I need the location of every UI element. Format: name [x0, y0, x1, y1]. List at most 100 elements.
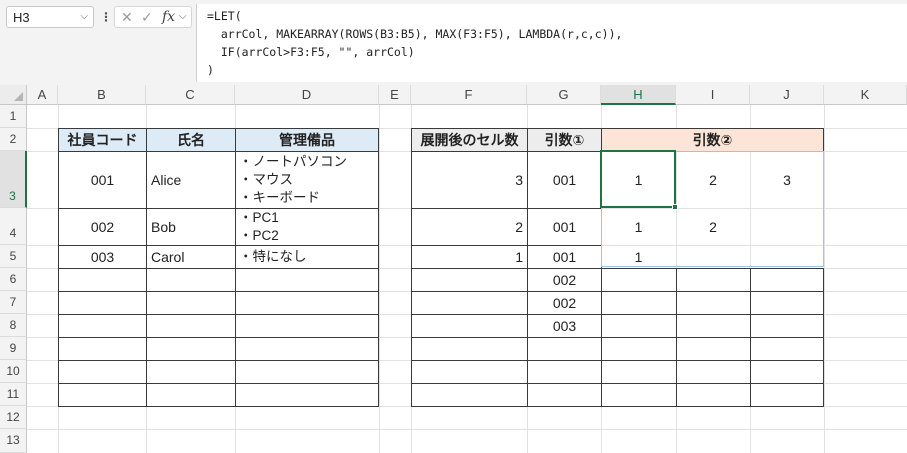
arg2-cell[interactable] [750, 291, 824, 315]
table1-empty-cell[interactable] [58, 383, 147, 407]
row-header-12[interactable]: 12 [0, 406, 27, 429]
table1-empty-cell[interactable] [58, 268, 147, 292]
column-header-g[interactable]: G [527, 85, 601, 105]
count-cell[interactable] [411, 360, 528, 384]
table1-header-code[interactable]: 社員コード [58, 128, 147, 152]
formula-input[interactable]: =LET( arrCol, MAKEARRAY(ROWS(B3:B5), MAX… [196, 4, 907, 82]
row-header-8[interactable]: 8 [0, 314, 27, 337]
more-options-icon[interactable]: ⋮ [100, 9, 112, 25]
fill-handle[interactable] [672, 204, 678, 210]
arg2-cell[interactable] [601, 337, 677, 361]
column-header-a[interactable]: A [27, 85, 58, 105]
table1-name-cell[interactable]: Carol [146, 245, 236, 269]
table1-empty-cell[interactable] [146, 291, 236, 315]
count-cell[interactable] [411, 337, 528, 361]
table1-items-cell[interactable]: ・特になし [235, 245, 379, 269]
row-header-1[interactable]: 1 [0, 105, 27, 128]
table1-name-cell[interactable]: Bob [146, 208, 236, 246]
arg1-cell[interactable] [527, 337, 602, 361]
arg1-cell[interactable]: 002 [527, 291, 602, 315]
spill-cell[interactable]: 1 [601, 245, 676, 268]
arg2-cell[interactable] [601, 268, 677, 292]
chevron-down-icon[interactable]: ⌵ [80, 11, 88, 22]
row-header-4[interactable]: 4 [0, 208, 27, 245]
arg1-cell[interactable]: 001 [527, 245, 602, 269]
arg2-cell[interactable] [750, 360, 824, 384]
count-cell[interactable] [411, 268, 528, 292]
row-header-13[interactable]: 13 [0, 429, 27, 453]
table1-empty-cell[interactable] [146, 314, 236, 338]
column-header-h[interactable]: H [601, 85, 676, 105]
row-header-10[interactable]: 10 [0, 360, 27, 383]
table1-header-items[interactable]: 管理備品 [235, 128, 379, 152]
count-cell[interactable] [411, 383, 528, 407]
insert-function-icon[interactable]: fx [162, 9, 175, 25]
arg1-cell[interactable]: 002 [527, 268, 602, 292]
count-cell[interactable]: 2 [411, 208, 528, 246]
row-header-6[interactable]: 6 [0, 268, 27, 291]
spill-cell[interactable] [750, 208, 824, 245]
count-cell[interactable] [411, 314, 528, 338]
cancel-icon[interactable]: ✕ [121, 9, 133, 26]
table2-header-arg1[interactable]: 引数① [527, 128, 602, 152]
row-header-3[interactable]: 3 [0, 151, 27, 208]
table1-empty-cell[interactable] [58, 337, 147, 361]
arg1-cell[interactable] [527, 383, 602, 407]
table1-name-cell[interactable]: Alice [146, 151, 236, 209]
column-header-i[interactable]: I [676, 85, 750, 105]
table1-empty-cell[interactable] [146, 383, 236, 407]
row-header-7[interactable]: 7 [0, 291, 27, 314]
arg2-cell[interactable] [601, 291, 677, 315]
row-header-5[interactable]: 5 [0, 245, 27, 268]
arg2-cell[interactable] [750, 383, 824, 407]
table1-empty-cell[interactable] [235, 337, 379, 361]
arg2-cell[interactable] [601, 314, 677, 338]
arg2-cell[interactable] [750, 337, 824, 361]
table1-empty-cell[interactable] [235, 314, 379, 338]
table1-empty-cell[interactable] [58, 291, 147, 315]
count-cell[interactable]: 3 [411, 151, 528, 209]
spill-cell[interactable] [750, 245, 824, 268]
column-header-j[interactable]: J [750, 85, 824, 105]
table1-empty-cell[interactable] [235, 291, 379, 315]
table1-empty-cell[interactable] [58, 314, 147, 338]
row-header-9[interactable]: 9 [0, 337, 27, 360]
arg2-cell[interactable] [676, 291, 751, 315]
table1-code-cell[interactable]: 003 [58, 245, 147, 269]
select-all-button[interactable] [0, 85, 27, 105]
table1-code-cell[interactable]: 002 [58, 208, 147, 246]
column-header-e[interactable]: E [379, 85, 411, 105]
spill-cell[interactable]: 1 [601, 208, 676, 245]
spill-cell[interactable] [676, 245, 750, 268]
row-header-11[interactable]: 11 [0, 383, 27, 406]
column-header-b[interactable]: B [58, 85, 146, 105]
arg2-cell[interactable] [750, 268, 824, 292]
count-cell[interactable]: 1 [411, 245, 528, 269]
row-header-2[interactable]: 2 [0, 128, 27, 151]
spill-cell[interactable]: 2 [676, 151, 750, 208]
table1-header-name[interactable]: 氏名 [146, 128, 236, 152]
arg1-cell[interactable]: 001 [527, 208, 602, 246]
chevron-down-icon[interactable]: ⌵ [179, 11, 187, 22]
table1-empty-cell[interactable] [146, 268, 236, 292]
arg2-cell[interactable] [750, 314, 824, 338]
arg2-cell[interactable] [601, 360, 677, 384]
name-box[interactable]: H3 ⌵ [6, 6, 94, 28]
table1-empty-cell[interactable] [235, 383, 379, 407]
arg2-cell[interactable] [676, 360, 751, 384]
column-header-f[interactable]: F [411, 85, 527, 105]
arg2-cell[interactable] [601, 383, 677, 407]
table1-empty-cell[interactable] [58, 360, 147, 384]
table1-items-cell[interactable]: ・ノートパソコン ・マウス ・キーボード [235, 151, 379, 209]
column-header-k[interactable]: K [824, 85, 907, 105]
spill-cell[interactable]: 2 [676, 208, 750, 245]
arg2-cell[interactable] [676, 383, 751, 407]
table1-items-cell[interactable]: ・PC1 ・PC2 [235, 208, 379, 246]
arg2-cell[interactable] [676, 314, 751, 338]
arg1-cell[interactable] [527, 360, 602, 384]
arg2-cell[interactable] [676, 268, 751, 292]
arg1-cell[interactable]: 003 [527, 314, 602, 338]
table2-header-arg2[interactable]: 引数② [601, 128, 824, 152]
table1-empty-cell[interactable] [235, 360, 379, 384]
table1-empty-cell[interactable] [146, 360, 236, 384]
